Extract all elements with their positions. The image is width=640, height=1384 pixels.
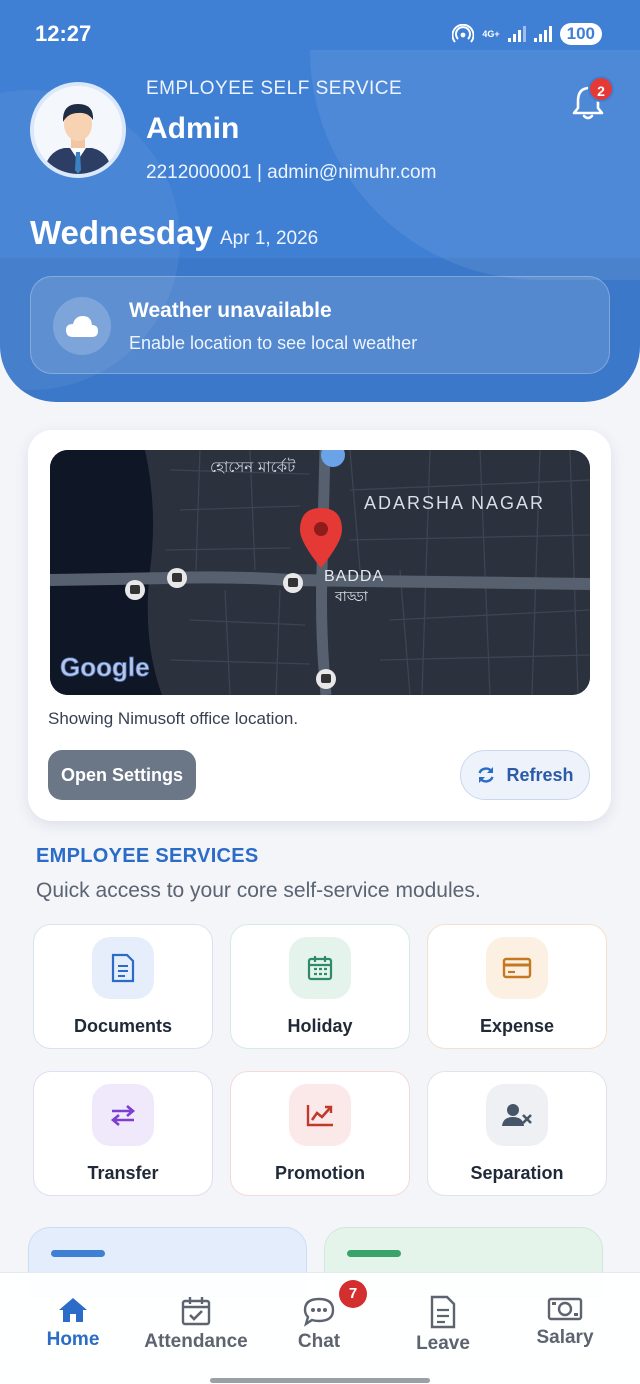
service-tile-promotion[interactable]: Promotion <box>230 1071 410 1196</box>
gesture-bar[interactable] <box>210 1378 430 1383</box>
tile-label: Holiday <box>287 1016 353 1036</box>
tile-label: Expense <box>479 1016 555 1036</box>
nav-label: Attendance <box>144 1331 248 1352</box>
card-accent <box>51 1250 105 1257</box>
tile-icon-wrap <box>92 937 154 999</box>
tile-icon-wrap <box>486 1084 548 1146</box>
office-map[interactable]: হোসেন মার্কেট ADARSHA NAGAR BADDA বাড্ডা… <box>50 450 590 695</box>
transfer-icon <box>110 1105 136 1126</box>
user-remove-icon <box>502 1104 532 1126</box>
user-name: Admin <box>146 112 240 145</box>
tile-icon-wrap <box>289 1084 351 1146</box>
weather-card[interactable]: Weather unavailable Enable location to s… <box>30 276 610 374</box>
location-card: হোসেন মার্কেট ADARSHA NAGAR BADDA বাড্ডা… <box>28 430 611 821</box>
card-accent <box>347 1250 401 1257</box>
services-title: EMPLOYEE SERVICES <box>36 845 259 867</box>
app-section-label: EMPLOYEE SELF SERVICE <box>146 78 403 99</box>
tile-icon-wrap <box>92 1084 154 1146</box>
cloud-icon <box>66 316 98 337</box>
nav-label: Chat <box>297 1331 341 1352</box>
services-subtitle: Quick access to your core self-service m… <box>36 879 481 902</box>
chat-unread-badge: 7 <box>339 1280 367 1308</box>
map-label-market: হোসেন মার্কেট <box>210 458 296 476</box>
nav-label: Salary <box>536 1327 594 1348</box>
service-tile-transfer[interactable]: Transfer <box>33 1071 213 1196</box>
current-day: Wednesday <box>30 214 213 251</box>
calendar-check-icon <box>181 1297 211 1326</box>
status-time: 12:27 <box>35 21 92 46</box>
nav-label: Leave <box>416 1333 470 1354</box>
status-bar: 12:27 4G+ 100 <box>0 0 640 66</box>
tile-label: Transfer <box>87 1163 159 1183</box>
map-caption: Showing Nimusoft office location. <box>48 709 299 728</box>
nav-salary[interactable]: Salary <box>505 1295 625 1349</box>
battery-level: 100 <box>559 23 602 45</box>
tile-label: Promotion <box>275 1163 365 1183</box>
train-stop-icon <box>125 580 145 600</box>
network-type: 4G+ <box>482 28 500 39</box>
refresh-label: Refresh <box>506 764 574 785</box>
money-icon <box>547 1297 583 1321</box>
status-icons: 4G+ 100 <box>452 23 602 45</box>
credit-card-icon <box>502 957 532 979</box>
service-tile-documents[interactable]: Documents <box>33 924 213 1049</box>
chat-icon <box>303 1297 335 1327</box>
nav-leave[interactable]: Leave <box>383 1295 503 1355</box>
nav-home[interactable]: Home <box>13 1295 133 1351</box>
bus-stop-icon <box>283 573 303 593</box>
weather-icon-wrap <box>53 297 111 355</box>
signal-icon <box>533 26 552 42</box>
weather-title: Weather unavailable <box>129 299 332 322</box>
map-label-place-en: BADDA <box>324 568 384 585</box>
weather-subtitle: Enable location to see local weather <box>129 333 418 353</box>
open-settings-button[interactable]: Open Settings <box>48 750 196 800</box>
user-contact: 2212000001 | admin@nimuhr.com <box>146 162 437 183</box>
map-canvas: হোসেন মার্কেট ADARSHA NAGAR BADDA বাড্ডা… <box>50 450 590 695</box>
person-avatar-icon <box>34 86 122 174</box>
service-tile-separation[interactable]: Separation <box>427 1071 607 1196</box>
tile-icon-wrap <box>486 937 548 999</box>
document-icon <box>430 1295 456 1329</box>
document-icon <box>111 953 135 983</box>
map-label-place-bn: বাড্ডা <box>334 589 369 605</box>
avatar[interactable] <box>30 82 126 178</box>
notification-badge: 2 <box>588 76 614 102</box>
bottom-nav: Home Attendance Chat Leave Salary <box>0 1272 640 1384</box>
tile-label: Documents <box>73 1016 172 1036</box>
bus-stop-icon <box>316 669 336 689</box>
signal-icon <box>507 26 526 42</box>
calendar-icon <box>307 956 333 981</box>
home-icon <box>59 1298 87 1322</box>
map-label-area: ADARSHA NAGAR <box>364 493 545 513</box>
nav-attendance[interactable]: Attendance <box>136 1295 256 1353</box>
bus-stop-icon <box>167 568 187 588</box>
service-tile-expense[interactable]: Expense <box>427 924 607 1049</box>
refresh-icon <box>478 767 495 783</box>
nav-label: Home <box>46 1329 100 1350</box>
service-tile-holiday[interactable]: Holiday <box>230 924 410 1049</box>
tile-icon-wrap <box>289 937 351 999</box>
trending-up-icon <box>306 1105 333 1127</box>
hotspot-icon <box>452 24 475 43</box>
google-logo: Google <box>60 652 150 682</box>
current-date: Apr 1, 2026 <box>220 228 319 249</box>
refresh-button[interactable]: Refresh <box>460 750 590 800</box>
tile-label: Separation <box>470 1163 564 1183</box>
